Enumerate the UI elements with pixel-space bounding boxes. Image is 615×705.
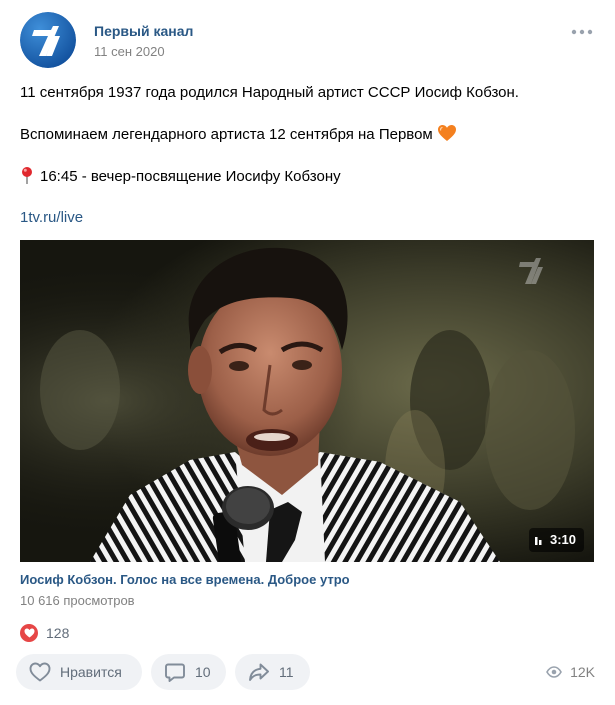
channel-logo-icon bbox=[20, 12, 76, 68]
post-text-line: Вспоминаем легендарного артиста 12 сентя… bbox=[20, 124, 457, 145]
heart-outline-icon bbox=[29, 662, 51, 682]
shares-count: 11 bbox=[279, 664, 294, 680]
video-bars-icon bbox=[534, 537, 542, 545]
post-text-line: 16:45 - вечер-посвящение Иосифу Кобзону bbox=[20, 166, 341, 187]
video-preview-image bbox=[20, 240, 594, 562]
channel-avatar[interactable] bbox=[20, 12, 76, 68]
post-date[interactable]: 11 сен 2020 bbox=[94, 44, 165, 59]
like-label: Нравится bbox=[60, 664, 122, 680]
comment-button[interactable]: 10 bbox=[151, 654, 226, 690]
post-link[interactable]: 1tv.ru/live bbox=[20, 208, 83, 228]
share-button[interactable]: 11 bbox=[235, 654, 310, 690]
orange-heart-icon bbox=[437, 124, 457, 142]
post-text-fragment: Вспоминаем легендарного артиста 12 сентя… bbox=[20, 126, 433, 143]
post-view-count: 12K bbox=[546, 662, 595, 682]
video-duration: 3:10 bbox=[549, 532, 576, 547]
comments-count: 10 bbox=[195, 664, 211, 680]
reactions-count: 128 bbox=[46, 625, 70, 641]
wall-post: Первый канал 11 сен 2020 11 сентября 193… bbox=[0, 0, 615, 705]
comment-bubble-icon bbox=[165, 663, 185, 682]
author-name[interactable]: Первый канал bbox=[94, 23, 193, 39]
like-button[interactable]: Нравится bbox=[16, 654, 142, 690]
video-thumbnail[interactable]: 3:10 bbox=[20, 240, 594, 562]
share-arrow-icon bbox=[249, 663, 269, 681]
more-dots-icon[interactable] bbox=[568, 22, 596, 42]
round-pushpin-icon bbox=[20, 166, 34, 185]
eye-icon bbox=[546, 666, 562, 678]
post-actions: Нравится 10 11 bbox=[16, 654, 310, 690]
post-text-fragment: 16:45 - вечер-посвящение Иосифу Кобзону bbox=[40, 168, 341, 185]
heart-reaction-icon bbox=[20, 624, 38, 642]
video-views: 10 616 просмотров bbox=[20, 593, 135, 608]
post-text-line: 11 сентября 1937 года родился Народный а… bbox=[20, 84, 519, 101]
post-views: 12K bbox=[570, 664, 595, 680]
reactions-summary[interactable]: 128 bbox=[20, 622, 69, 644]
video-duration-badge: 3:10 bbox=[528, 528, 584, 552]
video-title[interactable]: Иосиф Кобзон. Голос на все времена. Добр… bbox=[20, 572, 350, 587]
